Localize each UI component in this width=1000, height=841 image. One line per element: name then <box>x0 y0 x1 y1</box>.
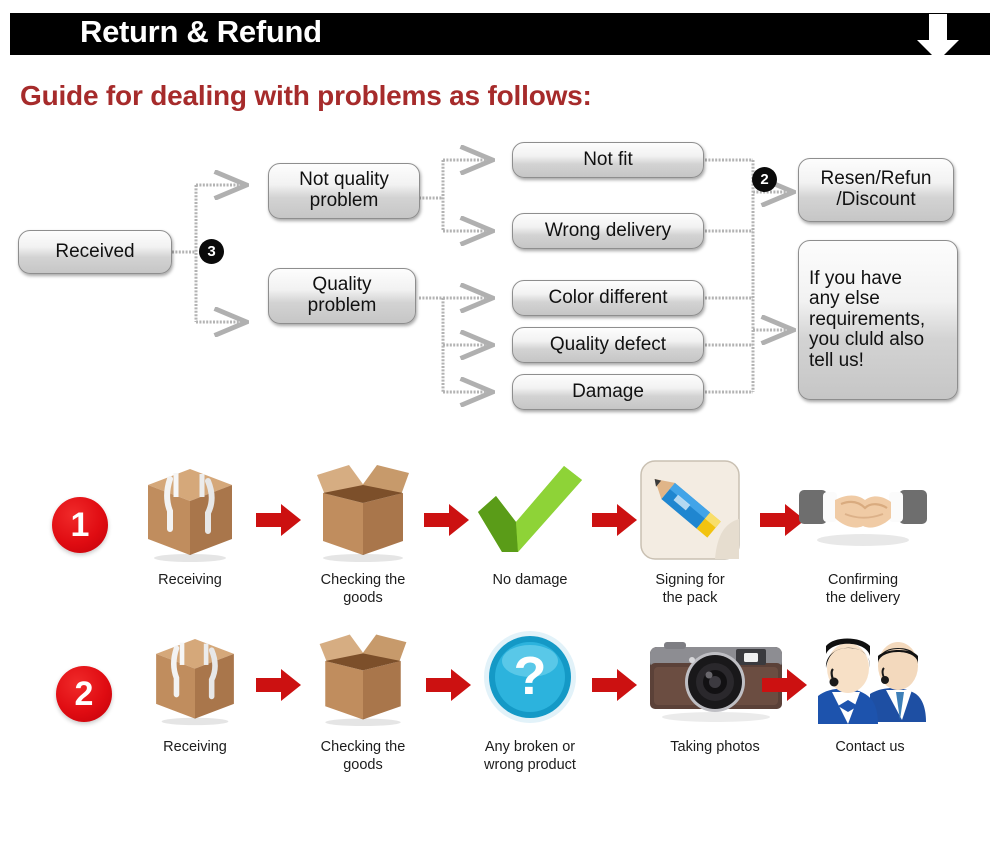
open-box-icon <box>288 455 438 565</box>
page-title: Return & Refund <box>80 14 322 49</box>
process-steps: 1 Receiving Checking the goods No damage… <box>0 440 1000 841</box>
flow-node-not-fit[interactable]: Not fit <box>512 142 704 178</box>
flow-node-color-different[interactable]: Color different <box>512 280 704 316</box>
process-row-2: 2 Receiving Checking the goods ? Any bro… <box>0 630 1000 830</box>
process-step-label: Receiving <box>163 739 227 755</box>
pencil-signing-icon <box>615 455 765 565</box>
sealed-box-icon <box>115 455 265 565</box>
flow-badge-2: 2 <box>753 168 776 191</box>
process-step-label: Checking the goods <box>320 572 406 607</box>
flow-node-quality-problem[interactable]: Quality problem <box>268 268 416 324</box>
flow-node-label: Received <box>55 240 135 262</box>
svg-text:?: ? <box>514 646 547 706</box>
process-step-no-damage: No damage <box>455 455 605 589</box>
process-row-badge-2: 2 <box>56 666 112 722</box>
process-row-badge-1: 1 <box>52 497 108 553</box>
flow-node-resend-refund-discount[interactable]: Resen/Refun /Discount <box>798 158 954 222</box>
process-step-receiving: Receiving <box>120 622 270 756</box>
red-arrow-icon <box>592 669 637 701</box>
process-step-any-broken-or-wrong: ? Any broken or wrong product <box>455 622 605 774</box>
flow-node-quality-defect[interactable]: Quality defect <box>512 327 704 363</box>
handshake-icon <box>788 455 938 565</box>
process-step-confirming-delivery: Confirming the delivery <box>788 455 938 607</box>
process-step-label: Contact us <box>835 739 905 755</box>
returns-flowchart: Received 3 Not quality problem Quality p… <box>0 130 1000 430</box>
process-step-label: Signing for the pack <box>655 572 725 607</box>
down-arrow-icon <box>917 14 959 61</box>
process-step-label: Checking the goods <box>320 739 406 774</box>
section-heading: Guide for dealing with problems as follo… <box>20 80 592 111</box>
flow-node-received[interactable]: Received <box>18 230 172 274</box>
process-step-contact-us: Contact us <box>795 622 945 756</box>
process-step-label: Confirming the delivery <box>825 572 901 607</box>
support-people-icon <box>795 622 945 732</box>
process-step-checking-goods: Checking the goods <box>288 622 438 774</box>
process-step-signing: Signing for the pack <box>615 455 765 607</box>
green-check-icon <box>455 455 605 565</box>
process-step-checking-goods: Checking the goods <box>288 455 438 607</box>
flow-node-not-quality-problem[interactable]: Not quality problem <box>268 163 420 219</box>
flow-node-damage[interactable]: Damage <box>512 374 704 410</box>
process-step-label: Receiving <box>158 572 222 588</box>
sealed-box-icon <box>120 622 270 732</box>
flow-node-wrong-delivery[interactable]: Wrong delivery <box>512 213 704 249</box>
flow-node-other-requirements[interactable]: If you have any else requirements, you c… <box>798 240 958 400</box>
flow-badge-3: 3 <box>200 240 223 263</box>
process-step-label: Taking photos <box>670 739 760 755</box>
open-box-icon <box>288 622 438 732</box>
process-step-receiving: Receiving <box>115 455 265 589</box>
process-step-label: No damage <box>492 572 568 588</box>
process-step-label: Any broken or wrong product <box>484 739 576 774</box>
question-mark-icon: ? <box>455 622 605 732</box>
